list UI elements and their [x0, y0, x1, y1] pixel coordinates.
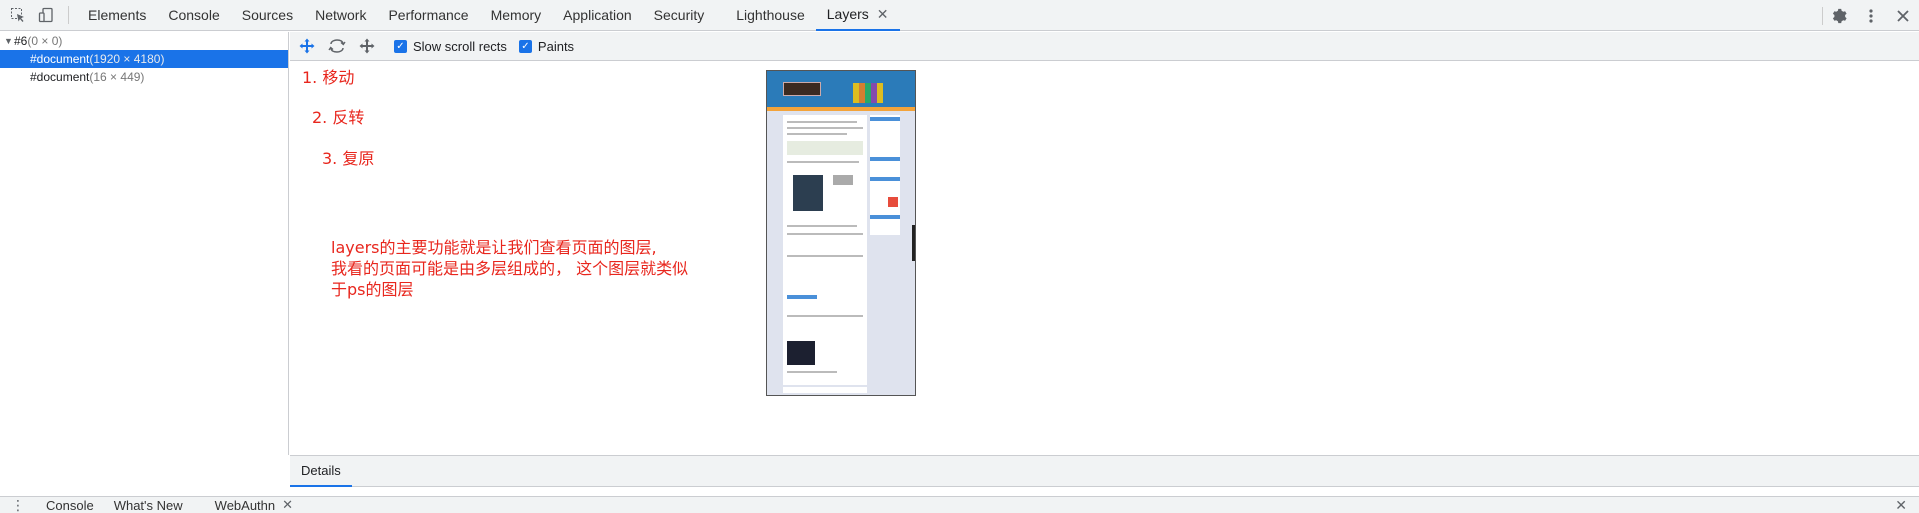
page-layer-thumbnail[interactable] — [766, 70, 916, 396]
slow-scroll-rects-checkbox[interactable]: ✓ Slow scroll rects — [394, 39, 507, 54]
annotation-step-2: 2. 反转 — [312, 108, 365, 127]
thumbnail-tiles — [853, 83, 883, 103]
tab-label: Details — [301, 463, 341, 478]
thumbnail-block — [870, 157, 900, 161]
tab-label: Network — [315, 7, 367, 23]
thumbnail-line — [787, 233, 863, 235]
tab-sources[interactable]: Sources — [231, 0, 304, 31]
tree-row[interactable]: #document (1920 × 4180) — [0, 50, 288, 68]
tab-label: Memory — [490, 7, 542, 23]
thumbnail-block — [870, 177, 900, 181]
thumbnail-footer — [783, 387, 867, 393]
paints-checkbox[interactable]: ✓ Paints — [518, 38, 575, 54]
tab-label: WebAuthn — [214, 497, 276, 513]
toolbar-right-actions — [1822, 0, 1919, 31]
close-drawer-icon[interactable]: ✕ — [1895, 497, 1907, 513]
thumbnail-logo — [783, 82, 821, 96]
thumbnail-line — [787, 161, 859, 163]
layer-size: (0 × 0) — [27, 34, 63, 48]
tab-label: What's New — [113, 497, 183, 513]
drawer-toolbar: ⋮ Console What's New WebAuthn ✕ ✕ — [0, 496, 1919, 513]
gear-icon[interactable] — [1823, 0, 1855, 31]
annotation-step-3: 3. 复原 — [322, 149, 375, 168]
thumbnail-block — [787, 141, 863, 155]
kebab-menu-icon[interactable] — [1855, 0, 1887, 31]
thumbnail-line — [787, 371, 837, 373]
expand-triangle-icon[interactable]: ▼ — [0, 36, 14, 46]
thumbnail-nav — [767, 107, 915, 111]
thumbnail-line — [787, 127, 863, 129]
layer-size: (16 × 449) — [89, 70, 145, 84]
device-toolbar-icon[interactable] — [32, 0, 60, 31]
thumbnail-sidebar — [870, 115, 900, 235]
drawer-tab-webauthn[interactable]: WebAuthn ✕ — [205, 497, 303, 513]
tab-network[interactable]: Network — [304, 0, 377, 31]
checkbox-label: Slow scroll rects — [413, 38, 507, 54]
thumbnail-line — [787, 121, 857, 123]
thumbnail-block — [787, 295, 817, 299]
thumbnail-header — [767, 71, 915, 107]
tab-label: Console — [46, 497, 94, 513]
toolbar-divider — [68, 6, 69, 24]
thumbnail-line — [787, 255, 863, 257]
tab-memory[interactable]: Memory — [480, 0, 553, 31]
layer-size: (1920 × 4180) — [89, 52, 165, 66]
tab-label: Security — [653, 7, 705, 23]
checkbox-label: Paints — [537, 38, 575, 54]
annotation-line: 我看的页面可能是由多层组成的， 这个图层就类似 — [331, 259, 689, 278]
tab-label: Elements — [88, 7, 147, 23]
annotation-description: layers的主要功能就是让我们查看页面的图层, 我看的页面可能是由多层组成的，… — [331, 237, 751, 300]
tab-security[interactable]: Security — [643, 0, 716, 31]
checkbox-checked-icon[interactable]: ✓ — [518, 39, 532, 53]
tab-label: Sources — [241, 7, 294, 23]
tab-label: Application — [563, 7, 632, 23]
annotation-line: layers的主要功能就是让我们查看页面的图层, — [331, 238, 657, 257]
layer-name: #document — [30, 52, 90, 66]
layer-tree: ▼ #6 (0 × 0) #document (1920 × 4180) #docu… — [0, 32, 289, 455]
details-panel-header: Details — [290, 455, 1919, 487]
rotate-mode-icon[interactable] — [322, 32, 352, 61]
tab-lighthouse[interactable]: Lighthouse — [725, 0, 816, 31]
tab-label: Performance — [388, 7, 469, 23]
drawer-tab-whats-new[interactable]: What's New — [104, 497, 193, 513]
tab-application[interactable]: Application — [552, 0, 643, 31]
thumbnail-line — [787, 225, 857, 227]
reset-transform-icon[interactable] — [352, 32, 382, 61]
thumbnail-block — [833, 175, 853, 185]
thumbnail-block — [793, 175, 823, 211]
tab-label: Console — [168, 7, 220, 23]
thumbnail-main — [783, 115, 867, 385]
close-tab-icon[interactable]: ✕ — [282, 497, 293, 513]
inspect-element-icon[interactable] — [4, 0, 32, 31]
thumbnail-block — [870, 215, 900, 219]
tab-label: Lighthouse — [736, 7, 805, 23]
tab-details[interactable]: Details — [290, 456, 352, 487]
tab-elements[interactable]: Elements — [77, 0, 157, 31]
thumbnail-block — [870, 117, 900, 121]
thumbnail-scroll-layer — [912, 225, 915, 261]
tree-root-row[interactable]: ▼ #6 (0 × 0) — [0, 32, 288, 50]
pan-mode-icon[interactable] — [292, 32, 322, 61]
thumbnail-line — [787, 133, 847, 135]
drawer-tab-console[interactable]: Console — [36, 497, 104, 513]
thumbnail-line — [787, 315, 863, 317]
close-icon[interactable] — [1887, 0, 1919, 31]
layer-name: #document — [30, 70, 90, 84]
tab-console[interactable]: Console — [157, 0, 230, 31]
tab-label: Layers — [826, 6, 869, 22]
annotation-step-1: 1. 移动 — [302, 68, 355, 87]
annotation-line: 于ps的图层 — [331, 280, 414, 299]
checkbox-checked-icon[interactable]: ✓ — [394, 39, 407, 53]
drawer-menu-icon[interactable]: ⋮ — [0, 497, 36, 513]
layers-3d-view[interactable]: 1. 移动 2. 反转 3. 复原 layers的主要功能就是让我们查看页面的图… — [290, 62, 1919, 455]
tab-performance[interactable]: Performance — [377, 0, 479, 31]
tree-row[interactable]: #document (16 × 449) — [0, 68, 288, 86]
layers-toolbar: ✓ Slow scroll rects ✓ Paints — [290, 32, 1919, 61]
layer-name: #6 — [14, 34, 28, 48]
thumbnail-block — [888, 197, 898, 207]
devtools-main-toolbar: Elements Console Sources Network Perform… — [0, 0, 1919, 31]
thumbnail-image — [787, 341, 815, 365]
tab-layers[interactable]: Layers ✕ — [815, 0, 900, 31]
close-tab-icon[interactable]: ✕ — [877, 6, 889, 23]
